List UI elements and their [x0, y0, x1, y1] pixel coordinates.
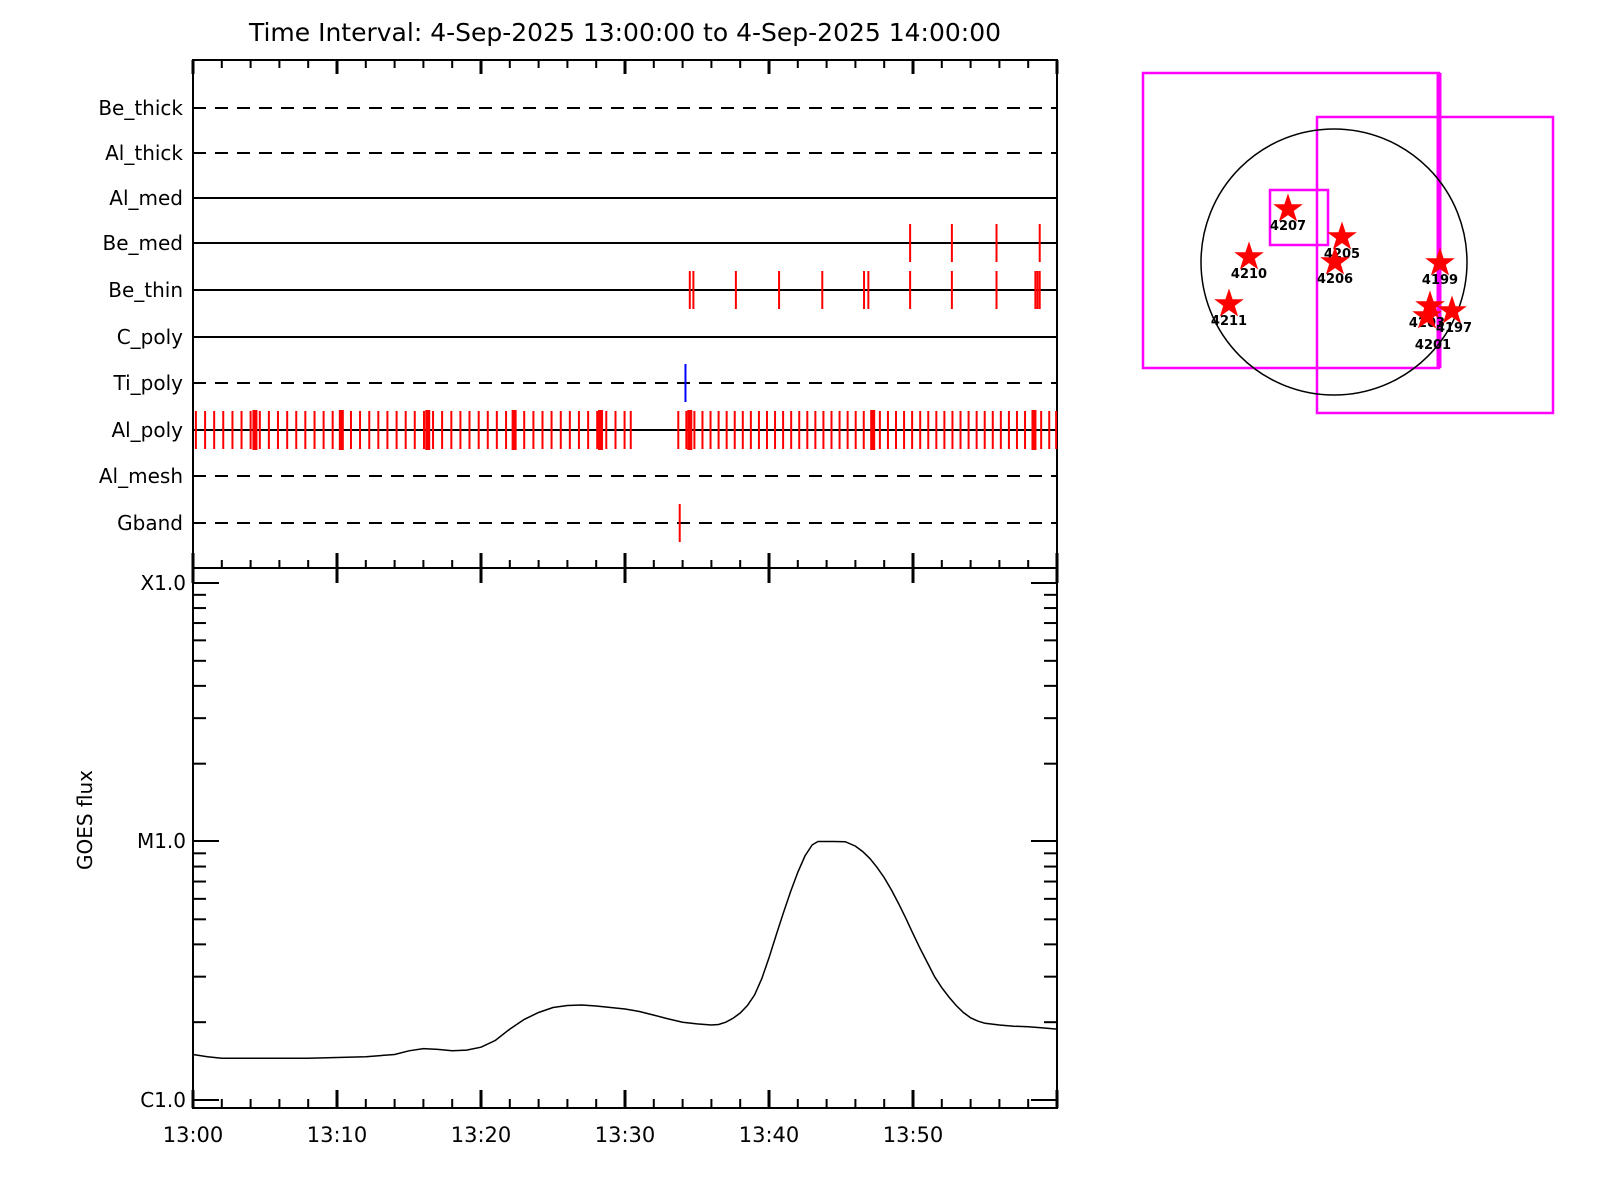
goes-xtick-1330: 13:30: [595, 1123, 656, 1147]
active-region-star-4207: [1273, 193, 1303, 222]
filter-row-label-al-thick: Al_thick: [105, 141, 183, 165]
filter-row-label-gband: Gband: [117, 511, 183, 535]
filter-row-label-ti-poly: Ti_poly: [113, 371, 184, 395]
active-region-label-4211: 4211: [1211, 314, 1247, 329]
goes-ytick-m1: M1.0: [137, 829, 186, 853]
active-region-star-4205: [1327, 221, 1357, 250]
active-region-label-4207: 4207: [1270, 219, 1306, 234]
active-region-star-4210: [1234, 241, 1264, 270]
goes-ytick-c1: C1.0: [140, 1088, 186, 1112]
goes-xtick-1350: 13:50: [883, 1123, 944, 1147]
active-region-label-4197: 4197: [1436, 321, 1472, 336]
fov-box-2: [1268, 188, 1330, 247]
timeline-grid: [191, 59, 1059, 569]
goes-flux-curve: [192, 840, 1058, 1060]
solar-disk-panel: 420742054210 4206 41994211 420341974201: [1141, 71, 1555, 415]
active-region-label-4210: 4210: [1231, 267, 1267, 282]
screenshot-root: Time Interval: 4-Sep-2025 13:00:00 to 4-…: [0, 0, 1600, 1200]
active-region-label-4206: 4206: [1317, 272, 1353, 287]
goes-xtick-1340: 13:40: [739, 1123, 800, 1147]
goes-xtick-1310: 13:10: [307, 1123, 368, 1147]
solar-disk-map: 420742054210 4206 41994211 420341974201: [1141, 71, 1555, 415]
plot-canvas: Time Interval: 4-Sep-2025 13:00:00 to 4-…: [73, 18, 1555, 1147]
active-region-star-4211: [1214, 288, 1244, 317]
goes-xtick-1320: 13:20: [451, 1123, 512, 1147]
goes-frame: [192, 567, 1058, 1109]
filter-row-label-al-poly: Al_poly: [111, 418, 183, 442]
goes-ytick-x1: X1.0: [140, 571, 186, 595]
filter-row-label-be-thin: Be_thin: [108, 278, 183, 302]
goes-axes: [191, 553, 1059, 1109]
filter-row-label-al-med: Al_med: [109, 186, 183, 210]
filter-row-label-c-poly: C_poly: [117, 325, 183, 349]
filter-row-label-al-mesh: Al_mesh: [99, 464, 183, 488]
timeline-frame: [192, 59, 1058, 569]
filter-row-label-be-thick: Be_thick: [98, 96, 183, 120]
active-region-label-4201: 4201: [1415, 338, 1451, 353]
goes-ylabel: GOES flux: [73, 770, 97, 870]
plot-title: Time Interval: 4-Sep-2025 13:00:00 to 4-…: [248, 18, 1001, 47]
goes-xtick-1300: 13:00: [163, 1123, 224, 1147]
goes-panel: X1.0 M1.0 C1.0 GOES flux 13:00 13:10 13:…: [73, 553, 1059, 1147]
xrt-timeline-panel: Be_thick Al_thick Al_med Be_med Be_thin …: [98, 59, 1059, 569]
filter-row-label-be-med: Be_med: [102, 231, 183, 255]
active-region-label-4199: 4199: [1422, 273, 1458, 288]
